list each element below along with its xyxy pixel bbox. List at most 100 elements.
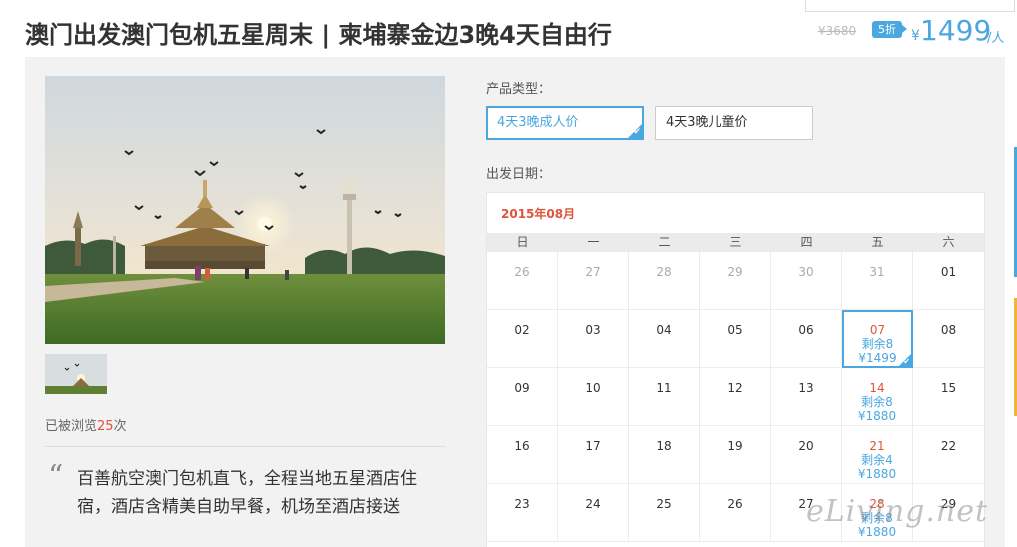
top-right-box bbox=[805, 0, 1015, 12]
calendar-day: 22 bbox=[913, 426, 984, 484]
calendar-day: 02 bbox=[487, 310, 558, 368]
day-number: 24 bbox=[585, 497, 601, 511]
product-description: 百善航空澳门包机直飞，全程当地五星酒店住宿，酒店含精美自助早餐，机场至酒店接送 bbox=[77, 469, 417, 517]
day-number: 26 bbox=[727, 497, 743, 511]
royal-palace-thumbnail bbox=[45, 354, 107, 394]
calendar-day[interactable]: 21 剩余4 ¥1880 bbox=[842, 426, 913, 484]
calendar-day[interactable]: 14 剩余8 ¥1880 bbox=[842, 368, 913, 426]
page-title: 澳门出发澳门包机五星周末 | 柬埔寨金边3晚4天自由行 bbox=[25, 21, 612, 49]
option-adult-price[interactable]: 4天3晚成人价 ✔ bbox=[486, 106, 644, 140]
calendar-day-outside: 28 bbox=[629, 252, 700, 310]
calendar-day: 08 bbox=[913, 310, 984, 368]
day-number: 19 bbox=[727, 439, 743, 453]
calendar-day: 16 bbox=[487, 426, 558, 484]
day-number: 05 bbox=[727, 323, 743, 337]
weekday-label: 六 bbox=[942, 235, 955, 249]
thumbnail-image[interactable] bbox=[45, 354, 107, 394]
option-child-price[interactable]: 4天3晚儿童价 bbox=[655, 106, 813, 140]
day-number: 06 bbox=[798, 323, 814, 337]
day-number: 21 bbox=[869, 439, 885, 453]
view-count: 已被浏览25次 bbox=[45, 415, 127, 434]
weekday-label: 三 bbox=[729, 235, 742, 249]
day-number: 29 bbox=[727, 265, 743, 279]
price-unit: /人 bbox=[987, 31, 1005, 46]
departure-date-label: 出发日期： bbox=[486, 167, 552, 182]
calendar-day: 11 bbox=[629, 368, 700, 426]
main-photo bbox=[45, 76, 445, 344]
day-number: 25 bbox=[656, 497, 672, 511]
day-number: 20 bbox=[798, 439, 814, 453]
day-number: 17 bbox=[585, 439, 601, 453]
calendar-day: 19 bbox=[700, 426, 771, 484]
views-number: 25 bbox=[97, 419, 114, 434]
views-prefix: 已被浏览 bbox=[45, 419, 98, 434]
calendar-day: 20 bbox=[771, 426, 842, 484]
calendar-week-row: 16 17 18 19 20 21 剩余4 ¥1880 22 bbox=[487, 426, 984, 484]
day-number: 16 bbox=[514, 439, 530, 453]
current-price: 1499 bbox=[920, 14, 992, 47]
day-number: 12 bbox=[727, 381, 743, 395]
calendar-day: 15 bbox=[913, 368, 984, 426]
discount-badge: 5折 bbox=[872, 21, 907, 38]
day-number: 13 bbox=[798, 381, 814, 395]
weekday-label: 一 bbox=[587, 235, 600, 249]
calendar-day: 25 bbox=[629, 484, 700, 542]
day-number: 26 bbox=[514, 265, 530, 279]
day-number: 27 bbox=[585, 265, 601, 279]
calendar-day: 06 bbox=[771, 310, 842, 368]
option-adult-label: 4天3晚成人价 bbox=[497, 115, 579, 130]
weekday-label: 二 bbox=[658, 235, 671, 249]
calendar-day-outside: 30 bbox=[771, 252, 842, 310]
divider bbox=[45, 446, 445, 447]
day-number: 31 bbox=[869, 265, 885, 279]
day-number: 22 bbox=[940, 439, 957, 453]
remaining-seats: 剩余8 bbox=[861, 337, 894, 351]
product-type-label: 产品类型： bbox=[486, 82, 552, 97]
calendar-day-outside: 26 bbox=[487, 252, 558, 310]
day-number: 08 bbox=[940, 323, 957, 337]
calendar-day: 01 bbox=[913, 252, 984, 310]
day-price: ¥1880 bbox=[857, 467, 897, 481]
calendar-day: 24 bbox=[558, 484, 629, 542]
day-number: 04 bbox=[656, 323, 672, 337]
calendar-day-outside: 29 bbox=[700, 252, 771, 310]
royal-palace-photo bbox=[45, 76, 445, 344]
calendar-day: 23 bbox=[487, 484, 558, 542]
calendar-day-outside: 31 bbox=[842, 252, 913, 310]
weekday-label: 五 bbox=[871, 235, 884, 249]
day-number: 07 bbox=[869, 323, 886, 337]
calendar-day: 13 bbox=[771, 368, 842, 426]
day-number: 02 bbox=[514, 323, 530, 337]
day-number: 28 bbox=[656, 265, 672, 279]
calendar-day: 10 bbox=[558, 368, 629, 426]
day-number: 09 bbox=[514, 381, 530, 395]
calendar-day: 03 bbox=[558, 310, 629, 368]
quote-icon: “ bbox=[48, 459, 64, 494]
day-number: 14 bbox=[869, 381, 885, 395]
remaining-seats: 剩余4 bbox=[861, 453, 893, 467]
original-price: ¥3680 bbox=[818, 24, 857, 38]
calendar-day[interactable]: 07 剩余8 ¥1499 ✔ bbox=[842, 310, 913, 368]
weekday-label: 四 bbox=[800, 235, 813, 249]
watermark: eLiving.net bbox=[806, 494, 989, 529]
day-number: 18 bbox=[656, 439, 672, 453]
day-number: 03 bbox=[585, 323, 601, 337]
day-number: 30 bbox=[798, 265, 814, 279]
calendar-weekday-header: 日一二三四五六 bbox=[487, 233, 984, 252]
calendar-week-row: 02 03 04 05 06 07 剩余8 ¥1499 ✔ 08 bbox=[487, 310, 984, 368]
calendar-day-outside: 27 bbox=[558, 252, 629, 310]
calendar-day: 18 bbox=[629, 426, 700, 484]
calendar-day: 26 bbox=[700, 484, 771, 542]
calendar-day: 09 bbox=[487, 368, 558, 426]
day-number: 11 bbox=[656, 381, 672, 395]
calendar-day: 04 bbox=[629, 310, 700, 368]
day-price: ¥1880 bbox=[857, 409, 897, 423]
calendar-week-row: 26 27 28 29 30 31 01 bbox=[487, 252, 984, 310]
calendar-day: 05 bbox=[700, 310, 771, 368]
day-number: 15 bbox=[940, 381, 957, 395]
calendar-day: 17 bbox=[558, 426, 629, 484]
weekday-label: 日 bbox=[516, 235, 529, 249]
check-icon: ✔ bbox=[633, 127, 641, 137]
views-suffix: 次 bbox=[113, 419, 127, 434]
check-icon: ✔ bbox=[903, 357, 910, 366]
